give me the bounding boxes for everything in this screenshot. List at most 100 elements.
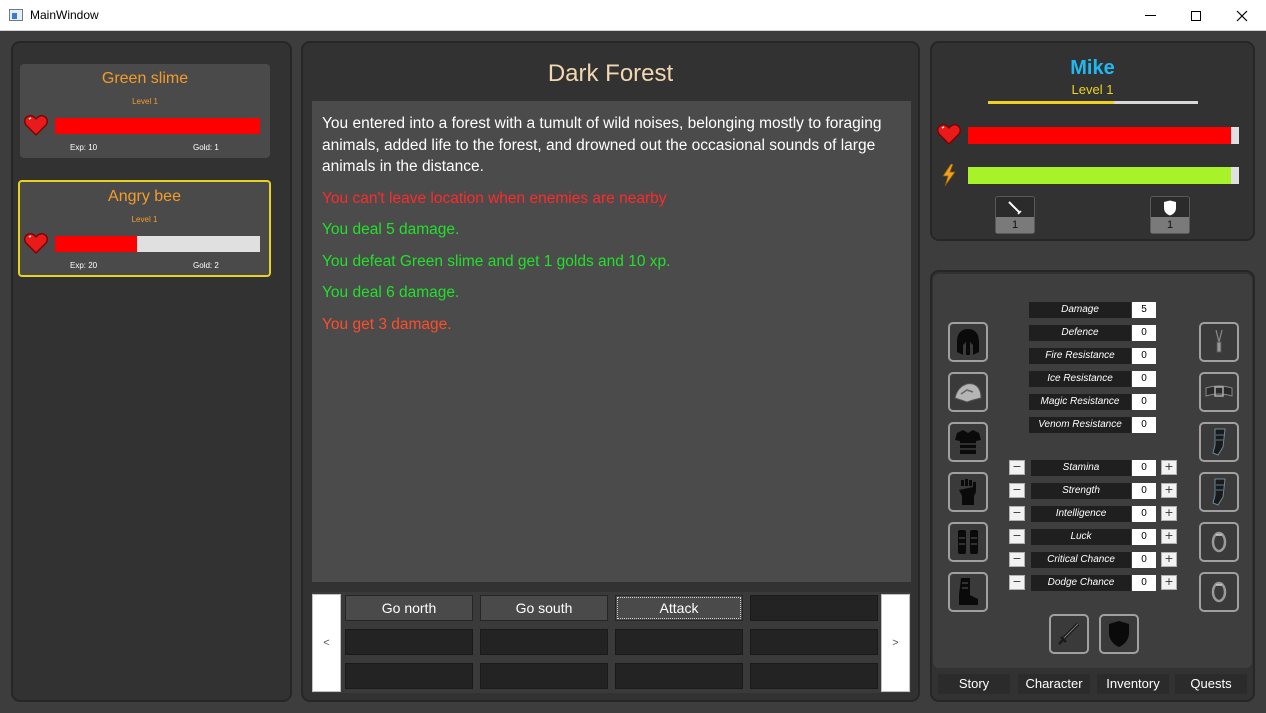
stat-magic-resistance-value: 0 bbox=[1132, 394, 1156, 410]
action-button-empty[interactable] bbox=[345, 629, 473, 655]
weapon-slot[interactable] bbox=[1049, 614, 1089, 654]
enemy-name: Angry bee bbox=[108, 188, 181, 205]
player-energy-fill bbox=[968, 167, 1231, 184]
stat-venom-resistance-value: 0 bbox=[1132, 417, 1156, 433]
sword-slot[interactable]: 1 bbox=[995, 196, 1035, 234]
strength-increase-button[interactable]: + bbox=[1161, 483, 1177, 498]
amulet-icon bbox=[1215, 329, 1223, 353]
actions-prev-button[interactable]: < bbox=[312, 594, 341, 692]
log-entry: You get 3 damage. bbox=[322, 315, 452, 333]
action-button-empty[interactable] bbox=[480, 663, 608, 689]
enemy-name: Green slime bbox=[101, 70, 189, 87]
belt-slot[interactable] bbox=[1199, 372, 1239, 412]
location-title: Dark Forest bbox=[547, 60, 674, 87]
actions-next-button[interactable]: > bbox=[881, 594, 910, 692]
window-title: MainWindow bbox=[30, 8, 99, 22]
gauntlet-slot[interactable] bbox=[948, 472, 988, 512]
enemy-gold: Gold: 1 bbox=[193, 143, 219, 152]
amulet-slot[interactable] bbox=[1199, 322, 1239, 362]
leg-armor-slot[interactable] bbox=[948, 522, 988, 562]
stat-defence-value: 0 bbox=[1132, 325, 1156, 341]
ring-slot[interactable] bbox=[1199, 572, 1239, 612]
stat-fire-resistance-label: Fire Resistance bbox=[1029, 348, 1131, 364]
action-button-empty[interactable] bbox=[750, 595, 878, 621]
action-button-empty[interactable] bbox=[615, 663, 743, 689]
tab-quests[interactable]: Quests bbox=[1175, 674, 1247, 694]
shoulder-icon bbox=[954, 383, 982, 403]
shield-icon bbox=[1109, 621, 1129, 647]
shoulder-slot[interactable] bbox=[948, 372, 988, 412]
enemy-card-green-slime[interactable]: Green slime Level 1 Exp: 10 Gold: 1 bbox=[20, 64, 270, 158]
event-log[interactable]: You entered into a forest with a tumult … bbox=[312, 101, 911, 582]
critical-chance-increase-button[interactable]: + bbox=[1161, 552, 1177, 567]
attr-luck-value: 0 bbox=[1132, 529, 1156, 545]
boot-slot[interactable] bbox=[948, 572, 988, 612]
player-energy-bar bbox=[968, 167, 1239, 184]
tab-story[interactable]: Story bbox=[938, 674, 1010, 694]
action-button-empty[interactable] bbox=[345, 663, 473, 689]
stamina-decrease-button[interactable]: − bbox=[1009, 460, 1025, 475]
log-entry: You deal 6 damage. bbox=[322, 284, 460, 301]
equipment-stats-area: Damage 5 Defence 0 Fire Resistance 0 Ice… bbox=[933, 274, 1252, 668]
attr-critical-chance-value: 0 bbox=[1132, 552, 1156, 568]
shield-count: 1 bbox=[1151, 217, 1189, 233]
enemy-health-bar bbox=[55, 118, 260, 134]
enemy-card-angry-bee[interactable]: Angry bee Level 1 Exp: 20 Gold: 2 bbox=[18, 180, 271, 277]
maximize-icon bbox=[1191, 10, 1201, 21]
enemy-level: Level 1 bbox=[132, 97, 158, 106]
enemies-panel: Green slime Level 1 Exp: 10 Gold: 1 Angr… bbox=[11, 41, 292, 702]
sword-icon bbox=[1058, 622, 1080, 645]
action-button-attack[interactable]: Attack bbox=[615, 595, 743, 621]
intelligence-increase-button[interactable]: + bbox=[1161, 506, 1177, 521]
attr-luck-label: Luck bbox=[1031, 529, 1131, 545]
dodge-chance-increase-button[interactable]: + bbox=[1161, 575, 1177, 590]
chest-armor-slot[interactable] bbox=[948, 422, 988, 462]
xp-fill bbox=[988, 101, 1114, 104]
offhand-slot[interactable] bbox=[1099, 614, 1139, 654]
tab-inventory[interactable]: Inventory bbox=[1097, 674, 1169, 694]
xp-bar bbox=[988, 101, 1198, 104]
dodge-chance-decrease-button[interactable]: − bbox=[1009, 575, 1025, 590]
attr-stamina-label: Stamina bbox=[1031, 460, 1131, 476]
bracer-slot[interactable] bbox=[1199, 472, 1239, 512]
attr-intelligence-label: Intelligence bbox=[1031, 506, 1131, 522]
attr-dodge-chance-value: 0 bbox=[1132, 575, 1156, 591]
bracer-icon bbox=[1212, 428, 1226, 456]
helmet-icon bbox=[957, 329, 979, 355]
critical-chance-decrease-button[interactable]: − bbox=[1009, 552, 1025, 567]
action-button-empty[interactable] bbox=[480, 629, 608, 655]
helmet-slot[interactable] bbox=[948, 322, 988, 362]
action-button-go-north[interactable]: Go north bbox=[345, 595, 473, 621]
log-entry: You deal 5 damage. bbox=[322, 221, 460, 238]
action-button-empty[interactable] bbox=[750, 663, 878, 689]
ring-icon bbox=[1211, 581, 1227, 603]
shield-slot[interactable]: 1 bbox=[1150, 196, 1190, 234]
attr-strength-value: 0 bbox=[1132, 483, 1156, 499]
player-health-bar bbox=[968, 127, 1239, 144]
luck-increase-button[interactable]: + bbox=[1161, 529, 1177, 544]
attr-stamina-value: 0 bbox=[1132, 460, 1156, 476]
location-panel: Dark Forest You entered into a forest wi… bbox=[301, 41, 920, 702]
action-button-empty[interactable] bbox=[615, 629, 743, 655]
tab-character[interactable]: Character bbox=[1018, 674, 1090, 694]
boot-icon bbox=[959, 578, 978, 605]
luck-decrease-button[interactable]: − bbox=[1009, 529, 1025, 544]
title-bar: MainWindow bbox=[0, 0, 1266, 31]
stamina-increase-button[interactable]: + bbox=[1161, 460, 1177, 475]
ring-slot[interactable] bbox=[1199, 522, 1239, 562]
action-button-empty[interactable] bbox=[750, 629, 878, 655]
log-entry: You defeat Green slime and get 1 golds a… bbox=[322, 252, 671, 270]
action-button-go-south[interactable]: Go south bbox=[480, 595, 608, 621]
gauntlet-icon bbox=[959, 479, 976, 505]
strength-decrease-button[interactable]: − bbox=[1009, 483, 1025, 498]
minimize-button[interactable] bbox=[1127, 0, 1173, 31]
maximize-button[interactable] bbox=[1173, 0, 1219, 31]
attr-intelligence-value: 0 bbox=[1132, 506, 1156, 522]
intelligence-decrease-button[interactable]: − bbox=[1009, 506, 1025, 521]
attr-strength-label: Strength bbox=[1031, 483, 1131, 499]
stat-fire-resistance-value: 0 bbox=[1132, 348, 1156, 364]
close-button[interactable] bbox=[1219, 0, 1265, 31]
player-name: Mike bbox=[1070, 57, 1115, 79]
bracer-slot[interactable] bbox=[1199, 422, 1239, 462]
bracer-icon bbox=[1212, 478, 1226, 506]
